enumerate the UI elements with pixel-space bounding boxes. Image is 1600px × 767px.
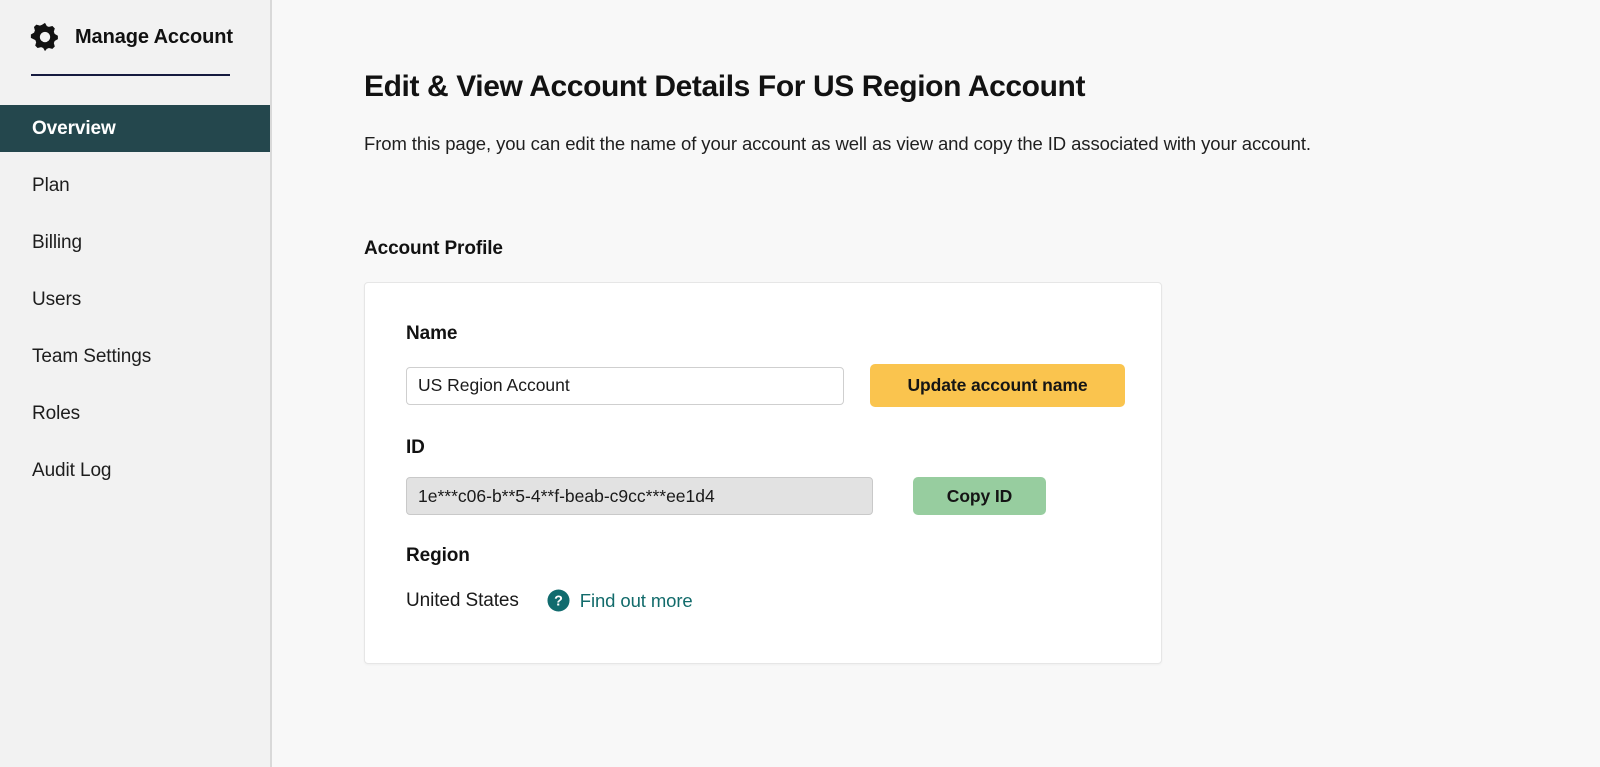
account-id-input[interactable] (406, 477, 873, 515)
sidebar: Manage Account Overview Plan Billing Use… (0, 0, 272, 767)
name-field-label: Name (406, 323, 458, 344)
id-field-label: ID (406, 437, 425, 458)
brand-title: Manage Account (75, 25, 233, 48)
update-account-name-button[interactable]: Update account name (870, 364, 1125, 407)
sidebar-item-label: Billing (32, 231, 82, 253)
region-field-label: Region (406, 545, 470, 566)
account-profile-card: Name Update account name ID Copy ID Regi… (364, 282, 1162, 664)
region-value: United States (406, 589, 519, 611)
sidebar-item-billing[interactable]: Billing (0, 219, 270, 266)
page-title: Edit & View Account Details For US Regio… (364, 70, 1086, 103)
sidebar-item-team-settings[interactable]: Team Settings (0, 333, 270, 380)
sidebar-item-overview[interactable]: Overview (0, 105, 270, 152)
sidebar-item-label: Users (32, 288, 82, 310)
question-mark-circle-icon[interactable]: ? (547, 589, 570, 612)
sidebar-item-label: Roles (32, 402, 81, 424)
gear-icon (30, 22, 58, 52)
sidebar-item-label: Audit Log (32, 459, 112, 481)
sidebar-item-label: Plan (32, 174, 70, 196)
app-root: Manage Account Overview Plan Billing Use… (0, 0, 1600, 767)
region-field-row: United States ? Find out more (406, 589, 1161, 612)
page-description: From this page, you can edit the name of… (364, 133, 1311, 154)
sidebar-item-label: Overview (32, 117, 116, 139)
find-out-more-link[interactable]: Find out more (580, 590, 693, 612)
svg-text:?: ? (554, 594, 563, 610)
brand-header: Manage Account (0, 0, 270, 52)
account-name-input[interactable] (406, 366, 844, 405)
sidebar-item-users[interactable]: Users (0, 276, 270, 323)
copy-id-button[interactable]: Copy ID (913, 477, 1046, 515)
sidebar-divider (31, 74, 230, 76)
main-content: Edit & View Account Details For US Regio… (272, 0, 1600, 767)
sidebar-item-plan[interactable]: Plan (0, 162, 270, 209)
sidebar-item-audit-log[interactable]: Audit Log (0, 447, 270, 494)
name-field-row: Update account name (406, 364, 1161, 407)
sidebar-item-label: Team Settings (32, 345, 152, 367)
section-heading-account-profile: Account Profile (364, 238, 503, 259)
id-field-row: Copy ID (406, 477, 1161, 515)
sidebar-item-roles[interactable]: Roles (0, 390, 270, 437)
sidebar-nav: Overview Plan Billing Users Team Setting… (0, 105, 270, 494)
